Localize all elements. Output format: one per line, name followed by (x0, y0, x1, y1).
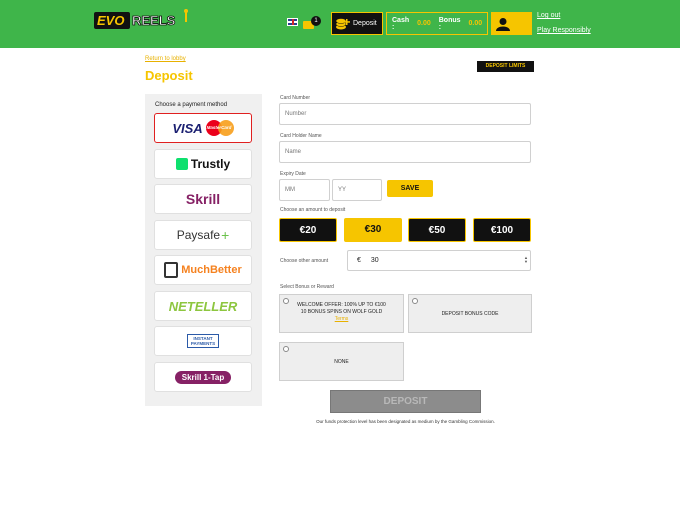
payment-methods-title: Choose a payment method (155, 102, 228, 108)
bonus-none-radio[interactable] (283, 346, 289, 352)
payment-method-skrill-1-tap[interactable]: Skrill 1-Tap (154, 362, 252, 392)
bonus-code-radio[interactable] (412, 298, 418, 304)
save-button[interactable]: SAVE (387, 180, 433, 197)
card-number-label: Card Number (280, 95, 311, 101)
other-amount-value: 30 (370, 257, 379, 264)
deposit-limits-button[interactable]: DEPOSIT LIMITS (477, 61, 534, 72)
bonus-code-option[interactable]: DEPOSIT BONUS CODE (408, 294, 532, 333)
bonus-welcome-line2: 10 BONUS SPINS ON WOLF GOLD (300, 309, 383, 315)
user-icon (496, 17, 510, 31)
return-to-lobby-link[interactable]: Return to lobby (145, 56, 186, 62)
skrill-label: Skrill (185, 191, 221, 207)
top-bar: EVO REELS 1 Deposit Cash : 0.00 Bonus : … (0, 0, 680, 48)
instant-payments-label: INSTANT PAYMENTS (187, 334, 219, 348)
evoreels-logo[interactable]: EVO REELS (94, 8, 190, 32)
amount-20-button[interactable]: €20 (279, 218, 337, 242)
currency-symbol: € (357, 257, 361, 264)
payment-methods-panel: Choose a payment method VISA MasterCard … (145, 94, 262, 406)
paysafe-label: Paysafe (176, 228, 221, 242)
logo-evo: EVO (97, 13, 124, 28)
deposit-submit-button[interactable]: DEPOSIT (330, 390, 481, 413)
trustly-icon (175, 158, 188, 170)
other-amount-input[interactable]: € 30 ▲ ▼ (347, 250, 531, 271)
neteller-label: NETELLER (168, 298, 238, 314)
bonus-welcome-line1: WELCOME OFFER: 100% UP TO €100 (297, 302, 386, 308)
mastercard-logo: MasterCard (205, 120, 234, 136)
mail-count-badge: 1 (311, 16, 321, 26)
bonus-terms-link[interactable]: Terms (280, 316, 403, 323)
other-amount-label: Choose other amount (280, 258, 329, 264)
trustly-label: Trustly (190, 157, 231, 171)
mastercard-label: MasterCard (206, 125, 232, 130)
bonus-welcome-radio[interactable] (283, 298, 289, 304)
payment-method-visa-mastercard[interactable]: VISA MasterCard (154, 113, 252, 143)
amount-stepper-icon[interactable]: ▲ ▼ (524, 256, 528, 264)
expiry-year-field[interactable]: YY (332, 179, 382, 201)
cash-value: 0.00 (417, 20, 431, 27)
bonus-welcome-option[interactable]: WELCOME OFFER: 100% UP TO €100 10 BONUS … (279, 294, 404, 333)
header-deposit-label: Deposit (353, 20, 377, 27)
payment-method-trustly[interactable]: Trustly (154, 149, 252, 179)
bonus-none-option[interactable]: NONE (279, 342, 404, 381)
payment-method-muchbetter[interactable]: MuchBetter (154, 255, 252, 285)
balance-box: Cash : 0.00 Bonus : 0.00 (386, 12, 488, 35)
page-title: Deposit (145, 68, 193, 83)
card-holder-field[interactable]: Name (279, 141, 531, 163)
amount-label: Choose an amount to deposit (280, 207, 346, 213)
expiry-label: Expiry Date (280, 171, 306, 177)
language-flag-icon[interactable] (287, 18, 298, 26)
payment-method-instant-payments[interactable]: INSTANT PAYMENTS (154, 326, 252, 356)
logo-reels: REELS (132, 13, 176, 28)
amount-30-button[interactable]: €30 (344, 218, 402, 242)
expiry-month-field[interactable]: MM (279, 179, 330, 201)
header-deposit-button[interactable]: Deposit (331, 12, 383, 35)
account-button[interactable] (491, 12, 532, 35)
bonus-none-label: NONE (334, 359, 349, 365)
bonus-section-label: Select Bonus or Reward (280, 284, 334, 290)
payment-method-paysafe[interactable]: Paysafe + (154, 220, 252, 250)
muchbetter-icon (164, 262, 179, 278)
logout-link[interactable]: Log out (537, 12, 560, 19)
payment-method-skrill[interactable]: Skrill (154, 184, 252, 214)
card-number-field[interactable]: Number (279, 103, 531, 125)
bonus-label: Bonus : (438, 16, 461, 31)
payment-method-neteller[interactable]: NETELLER (154, 291, 252, 321)
amount-50-button[interactable]: €50 (408, 218, 466, 242)
bonus-code-label: DEPOSIT BONUS CODE (441, 311, 499, 317)
cash-label: Cash : (392, 16, 410, 31)
visa-label: VISA (172, 120, 203, 136)
card-holder-label: Card Holder Name (280, 133, 322, 139)
skrill-1-tap-label: Skrill 1-Tap (174, 370, 232, 384)
coins-icon (335, 17, 350, 29)
muchbetter-label: MuchBetter (181, 264, 242, 276)
amount-100-button[interactable]: €100 (473, 218, 531, 242)
bonus-value: 0.00 (468, 20, 483, 27)
funds-protection-note: Our funds protection level has been desi… (316, 419, 495, 424)
paysafe-plus-icon: + (221, 227, 230, 243)
play-responsibly-link[interactable]: Play Responsibly (537, 27, 591, 34)
